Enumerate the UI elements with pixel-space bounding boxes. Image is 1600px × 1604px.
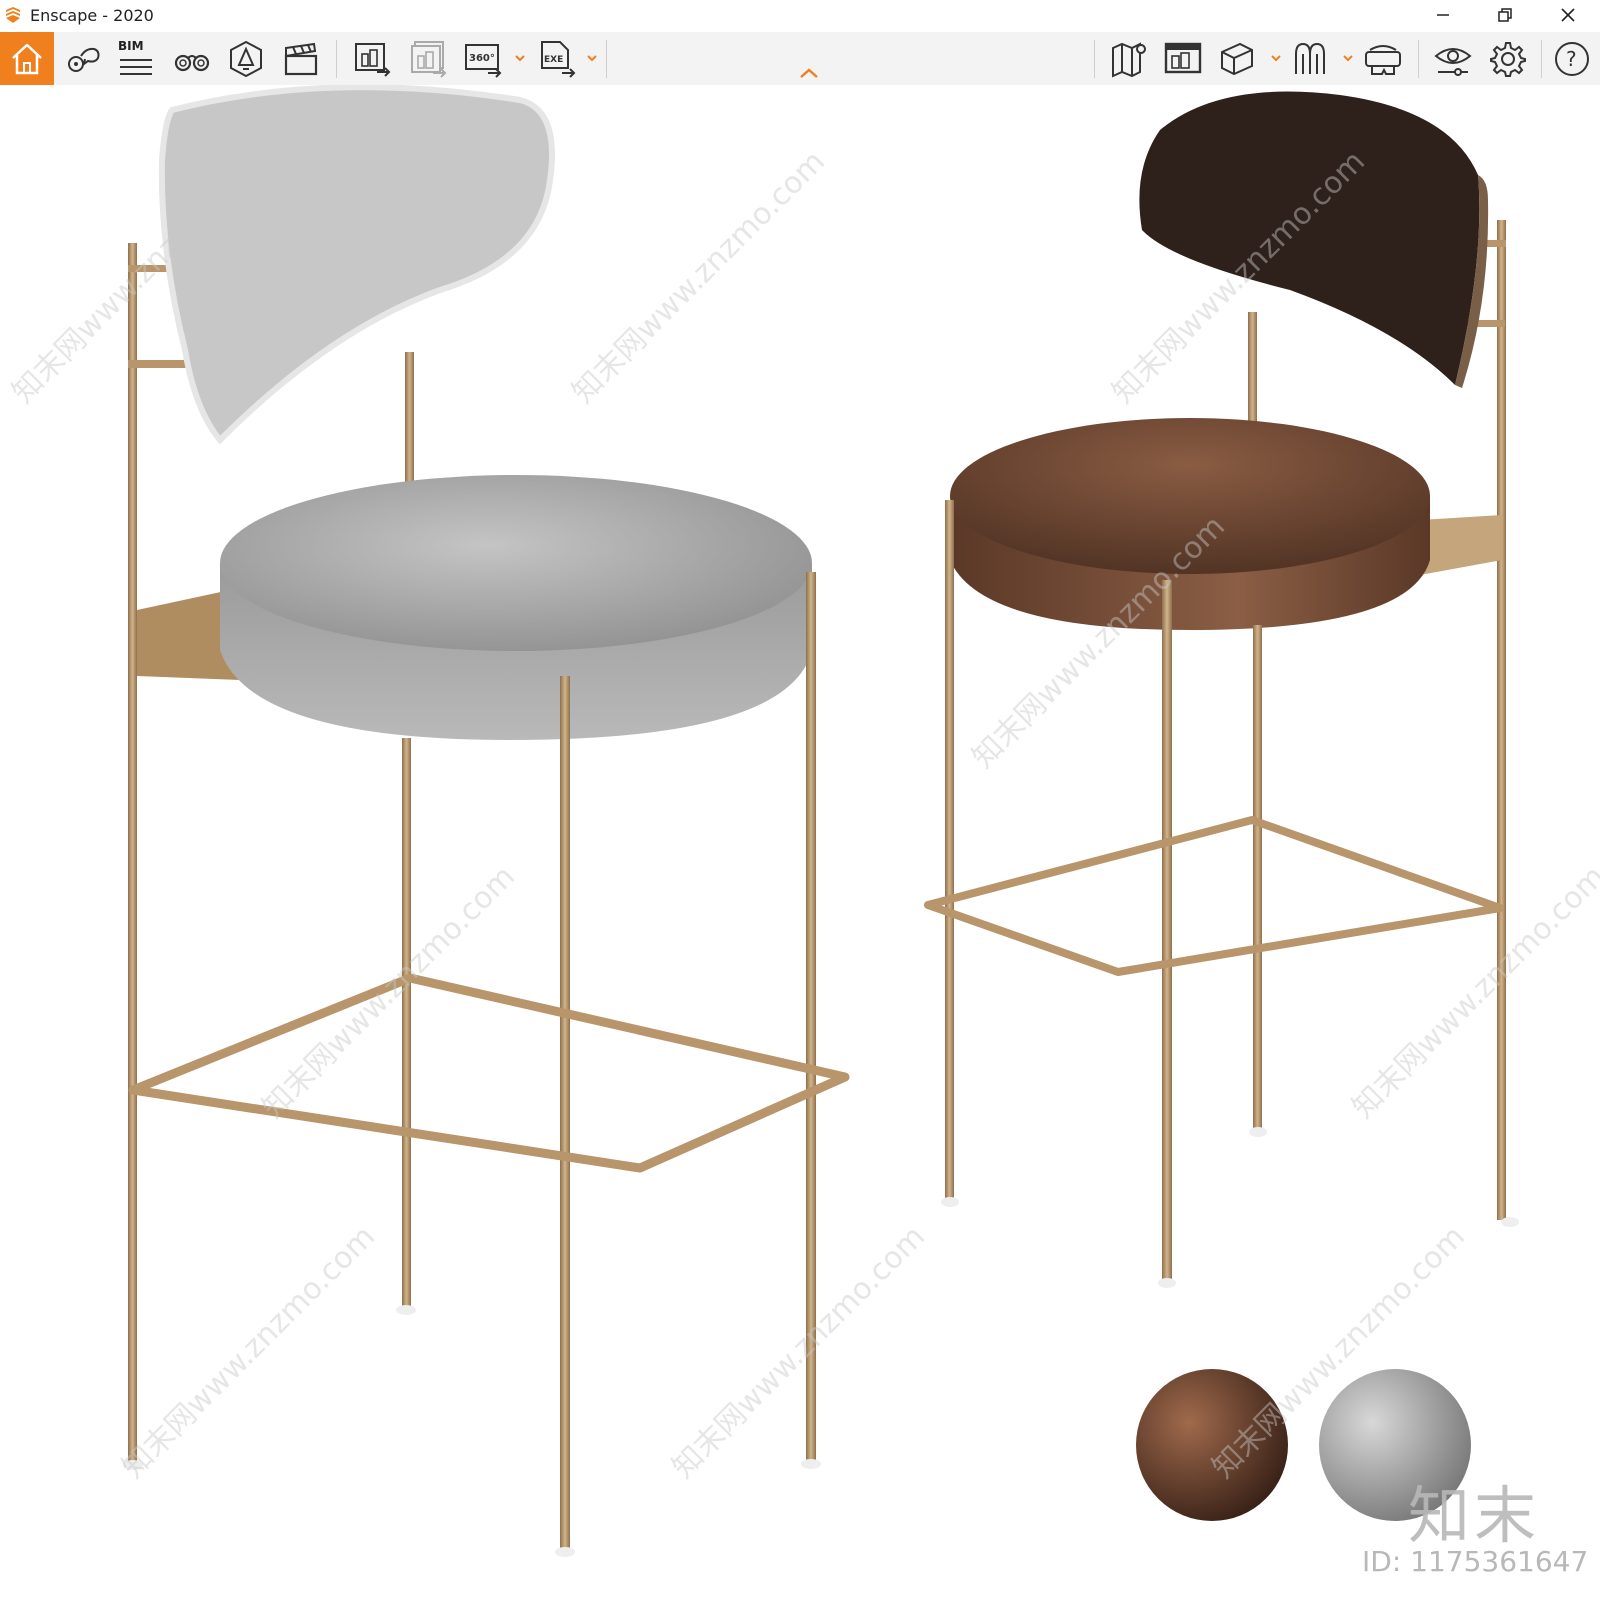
batch-export-button[interactable]	[409, 40, 447, 78]
restore-button[interactable]	[1482, 0, 1528, 30]
help-button[interactable]: ?	[1553, 40, 1591, 78]
watermark-id: ID: 1175361647	[1362, 1545, 1589, 1578]
map-button[interactable]	[1110, 40, 1148, 78]
screenshot-export-button[interactable]	[353, 40, 391, 78]
vr-headset-button[interactable]	[1364, 40, 1402, 78]
home-button[interactable]	[0, 32, 54, 85]
gear-icon	[1490, 42, 1526, 77]
light-view-icon	[230, 40, 262, 78]
render-viewport[interactable]: 知末网www.znzmo.com 知末网www.znzmo.com 知末网www…	[0, 84, 1600, 1600]
exe-export-icon: EXE	[541, 41, 576, 78]
toolbar-separator	[1418, 40, 1419, 78]
restore-icon	[1498, 8, 1512, 22]
toolbar-separator	[606, 40, 607, 78]
bim-info-icon: BIM	[118, 39, 156, 78]
people-button[interactable]	[1292, 40, 1330, 78]
exe-label: EXE	[544, 55, 563, 65]
toolbar-separator	[1541, 40, 1542, 78]
help-icon: ?	[1555, 42, 1589, 76]
video-editor-button[interactable]	[282, 40, 320, 78]
chevron-down-icon[interactable]	[1342, 52, 1354, 64]
visual-settings-button[interactable]	[1434, 40, 1472, 78]
home-icon	[12, 43, 42, 74]
chevron-down-icon[interactable]	[586, 52, 598, 64]
watermark-logo: 知末	[1408, 1479, 1541, 1552]
close-icon	[1561, 8, 1575, 22]
settings-button[interactable]	[1489, 40, 1527, 78]
panorama-label: 360°	[469, 53, 495, 64]
asset-library-button[interactable]	[1164, 40, 1202, 78]
enscape-logo-icon	[6, 7, 20, 23]
minimize-button[interactable]	[1420, 0, 1466, 30]
minimize-icon	[1437, 14, 1449, 16]
panorama-360-button[interactable]: 360°	[464, 40, 502, 78]
collapse-toolbar-chevron-up-icon[interactable]	[798, 67, 820, 79]
cube-view-icon	[1221, 42, 1253, 76]
screenshot-export-icon	[355, 43, 391, 77]
asset-library-icon	[1164, 42, 1202, 74]
chevron-down-icon[interactable]	[514, 52, 526, 64]
window-title: Enscape - 2020	[30, 6, 154, 25]
map-icon	[1112, 42, 1146, 78]
panorama-360-icon: 360°	[465, 44, 502, 78]
location-pin-button[interactable]	[64, 40, 102, 78]
toolbar-separator	[1094, 40, 1095, 78]
cube-view-button[interactable]	[1218, 40, 1256, 78]
toolbar-separator	[336, 40, 337, 78]
people-icon	[1295, 42, 1325, 74]
binoculars-icon	[174, 54, 210, 72]
bim-info-button[interactable]: BIM	[118, 39, 156, 78]
binoculars-button[interactable]	[173, 40, 211, 78]
clapperboard-icon	[284, 42, 318, 76]
help-label: ?	[1566, 47, 1577, 71]
vr-headset-icon	[1365, 45, 1401, 75]
close-button[interactable]	[1545, 0, 1591, 30]
batch-export-icon	[411, 41, 447, 78]
chevron-down-icon[interactable]	[1270, 52, 1282, 64]
exe-export-button[interactable]: EXE	[538, 40, 576, 78]
light-view-button[interactable]	[227, 40, 265, 78]
title-bar: Enscape - 2020	[0, 0, 1600, 32]
location-pin-icon	[68, 47, 100, 72]
visual-settings-icon	[1434, 48, 1472, 76]
